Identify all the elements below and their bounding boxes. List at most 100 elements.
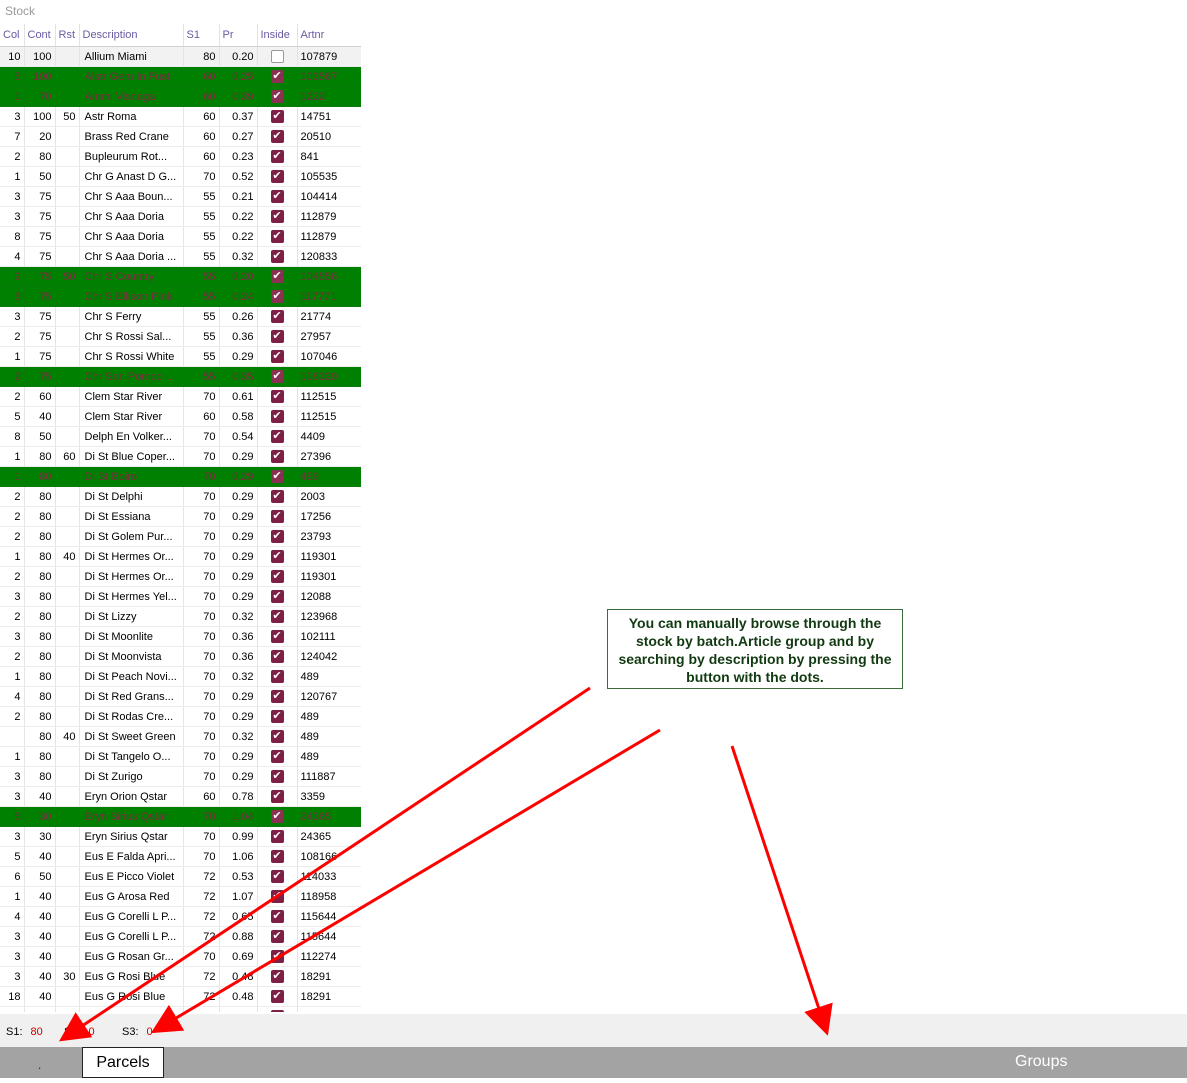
checked-checkbox-icon[interactable]: ✔ [270, 890, 284, 903]
checked-checkbox-icon[interactable]: ✔ [270, 270, 284, 283]
checked-checkbox-icon[interactable]: ✔ [270, 330, 284, 343]
table-row[interactable]: 4 40 Eus G Corelli L P... 72 0.65 ✔ 115644 [0, 906, 361, 927]
col-header-rst[interactable]: Rst [55, 24, 80, 47]
checked-checkbox-icon[interactable]: ✔ [270, 710, 284, 723]
checked-checkbox-icon[interactable]: ✔ [270, 850, 284, 863]
table-row[interactable]: 1 80 40 Di St Hermes Or... 70 0.29 ✔ 119301 [0, 546, 361, 567]
checked-checkbox-icon[interactable]: ✔ [270, 670, 284, 683]
table-row[interactable]: 3 75 Chr S Aaa Doria 55 0.22 ✔ 112879 [0, 206, 361, 227]
unchecked-checkbox-icon[interactable] [270, 50, 284, 63]
dots-button[interactable]: . [0, 1047, 79, 1078]
table-row[interactable]: 7 20 Brass Red Crane 60 0.27 ✔ 20510 [0, 126, 361, 147]
table-row[interactable]: 1 50 Chr G Anast D G... 70 0.52 ✔ 105535 [0, 166, 361, 187]
checked-checkbox-icon[interactable]: ✔ [270, 110, 284, 123]
checked-checkbox-icon[interactable]: ✔ [270, 750, 284, 763]
table-row[interactable]: 2 75 Chr S Rossi Sal... 55 0.36 ✔ 27957 [0, 326, 361, 347]
col-header-s1[interactable]: S1 [183, 24, 220, 47]
checked-checkbox-icon[interactable]: ✔ [270, 230, 284, 243]
checked-checkbox-icon[interactable]: ✔ [270, 510, 284, 523]
col-header-description[interactable]: Description [79, 24, 184, 47]
stock-grid[interactable]: Col Cont Rst Description S1 Pr Inside Ar… [0, 24, 361, 1012]
table-row[interactable]: 3 40 Eus G Rosan Gr... 70 0.69 ✔ 112274 [0, 946, 361, 967]
table-row[interactable]: 2 60 Clem Star River 70 0.61 ✔ 112515 [0, 386, 361, 407]
checked-checkbox-icon[interactable]: ✔ [270, 770, 284, 783]
table-row[interactable]: 3 80 Di St Zurigo 70 0.29 ✔ 111887 [0, 766, 361, 787]
table-row[interactable]: 3 80 Di St Hermes Yel... 70 0.29 ✔ 12088 [0, 586, 361, 607]
checked-checkbox-icon[interactable]: ✔ [270, 390, 284, 403]
groups-button[interactable]: Groups [1015, 1053, 1067, 1071]
table-row[interactable]: 2 80 Di St Delphi 70 0.29 ✔ 2003 [0, 486, 361, 507]
checked-checkbox-icon[interactable]: ✔ [270, 550, 284, 563]
table-row[interactable]: 1 80 Di St Boiro 70 0.29 ✔ 489 [0, 466, 361, 487]
checked-checkbox-icon[interactable]: ✔ [270, 470, 284, 483]
table-row[interactable]: 4 80 Di St Red Grans... 70 0.29 ✔ 120767 [0, 686, 361, 707]
checked-checkbox-icon[interactable]: ✔ [270, 250, 284, 263]
col-header-cont[interactable]: Cont [24, 24, 56, 47]
checked-checkbox-icon[interactable]: ✔ [270, 570, 284, 583]
checked-checkbox-icon[interactable]: ✔ [270, 590, 284, 603]
table-row[interactable]: 8 50 Delph En Volker... 70 0.54 ✔ 4409 [0, 426, 361, 447]
checked-checkbox-icon[interactable]: ✔ [270, 150, 284, 163]
checked-checkbox-icon[interactable]: ✔ [270, 910, 284, 923]
col-header-artnr[interactable]: Artnr [297, 24, 361, 47]
table-row[interactable]: 8 75 Chr S Aaa Doria 55 0.22 ✔ 112879 [0, 226, 361, 247]
checked-checkbox-icon[interactable]: ✔ [270, 610, 284, 623]
checked-checkbox-icon[interactable]: ✔ [270, 70, 284, 83]
table-row[interactable]: 5 30 Eryn Sirius Qstar 70 1.04 ✔ 24365 [0, 806, 361, 827]
col-header-inside[interactable]: Inside [257, 24, 298, 47]
table-row[interactable]: 4 75 Chr S Aaa Doria ... 55 0.32 ✔ 120833 [0, 246, 361, 267]
checked-checkbox-icon[interactable]: ✔ [270, 310, 284, 323]
checked-checkbox-icon[interactable]: ✔ [270, 530, 284, 543]
table-row[interactable]: 1 80 60 Di St Blue Coper... 70 0.29 ✔ 27396 [0, 446, 361, 467]
table-row[interactable]: 2 75 Chr San Pompo ... 55 0.35 ✔ 108329 [0, 366, 361, 387]
table-row[interactable]: 5 40 Eus E Falda Apri... 70 1.06 ✔ 108166 [0, 846, 361, 867]
checked-checkbox-icon[interactable]: ✔ [270, 210, 284, 223]
table-row[interactable]: 1 75 Chr S Rossi White 55 0.29 ✔ 107046 [0, 346, 361, 367]
table-row[interactable]: 3 100 50 Astr Roma 60 0.37 ✔ 14751 [0, 106, 361, 127]
table-row[interactable]: 5 100 Alstr Gem In Fust 60 0.25 ✔ 103567 [0, 66, 361, 87]
col-header-pr[interactable]: Pr [219, 24, 258, 47]
table-row[interactable]: 2 80 Di St Rodas Cre... 70 0.29 ✔ 489 [0, 706, 361, 727]
parcels-button[interactable]: Parcels [82, 1047, 164, 1078]
table-row[interactable]: 10 100 Allium Miami 80 0.20 107879 [0, 46, 361, 67]
checked-checkbox-icon[interactable]: ✔ [270, 950, 284, 963]
checked-checkbox-icon[interactable]: ✔ [270, 430, 284, 443]
checked-checkbox-icon[interactable]: ✔ [270, 490, 284, 503]
table-row[interactable]: 1 40 Eus G Arosa Red 72 1.07 ✔ 118958 [0, 886, 361, 907]
table-row[interactable]: 18 40 Eus G Rosi Blue 72 0.48 ✔ 18291 [0, 986, 361, 1007]
checked-checkbox-icon[interactable]: ✔ [270, 190, 284, 203]
checked-checkbox-icon[interactable]: ✔ [270, 810, 284, 823]
table-row[interactable]: 2 80 Di St Golem Pur... 70 0.29 ✔ 23793 [0, 526, 361, 547]
checked-checkbox-icon[interactable]: ✔ [270, 90, 284, 103]
table-row[interactable]: 2 80 Di St Moonvista 70 0.36 ✔ 124042 [0, 646, 361, 667]
table-row[interactable]: 3 40 Eryn Orion Qstar 60 0.78 ✔ 3359 [0, 786, 361, 807]
checked-checkbox-icon[interactable]: ✔ [270, 170, 284, 183]
table-row[interactable]: 3 30 Eryn Sirius Qstar 70 0.99 ✔ 24365 [0, 826, 361, 847]
checked-checkbox-icon[interactable]: ✔ [270, 370, 284, 383]
checked-checkbox-icon[interactable]: ✔ [270, 730, 284, 743]
table-row[interactable]: 3 40 30 Eus G Rosi Blue 72 0.48 ✔ 18291 [0, 966, 361, 987]
checked-checkbox-icon[interactable]: ✔ [270, 290, 284, 303]
table-row[interactable]: 5 40 Clem Star River 60 0.58 ✔ 112515 [0, 406, 361, 427]
checked-checkbox-icon[interactable]: ✔ [270, 990, 284, 1003]
table-row[interactable]: Eus G Rosi Blue720.48 ✔ 18291 [0, 1006, 361, 1012]
checked-checkbox-icon[interactable]: ✔ [270, 1010, 284, 1012]
table-row[interactable]: 1 80 Di St Tangelo O... 70 0.29 ✔ 489 [0, 746, 361, 767]
table-row[interactable]: 3 75 Chr S Ellison Pink 55 0.24 ✔ 117771 [0, 286, 361, 307]
table-row[interactable]: 1 70 Ammi Visnaga 60 0.39 ✔ 1222 [0, 86, 361, 107]
checked-checkbox-icon[interactable]: ✔ [270, 350, 284, 363]
checked-checkbox-icon[interactable]: ✔ [270, 450, 284, 463]
table-row[interactable]: 3 75 Chr S Aaa Boun... 55 0.21 ✔ 104414 [0, 186, 361, 207]
checked-checkbox-icon[interactable]: ✔ [270, 930, 284, 943]
checked-checkbox-icon[interactable]: ✔ [270, 790, 284, 803]
table-row[interactable]: 6 50 Eus E Picco Violet 72 0.53 ✔ 114033 [0, 866, 361, 887]
checked-checkbox-icon[interactable]: ✔ [270, 630, 284, 643]
table-row[interactable]: 3 80 Di St Moonlite 70 0.36 ✔ 102111 [0, 626, 361, 647]
table-row[interactable]: 2 80 Di St Hermes Or... 70 0.29 ✔ 119301 [0, 566, 361, 587]
table-row[interactable]: 1 80 Di St Peach Novi... 70 0.32 ✔ 489 [0, 666, 361, 687]
checked-checkbox-icon[interactable]: ✔ [270, 410, 284, 423]
checked-checkbox-icon[interactable]: ✔ [270, 870, 284, 883]
checked-checkbox-icon[interactable]: ✔ [270, 690, 284, 703]
table-row[interactable]: 9 75 50 Chr S Country 55 0.20 ✔ 104556 [0, 266, 361, 287]
table-row[interactable]: 2 80 Bupleurum Rot... 60 0.23 ✔ 841 [0, 146, 361, 167]
